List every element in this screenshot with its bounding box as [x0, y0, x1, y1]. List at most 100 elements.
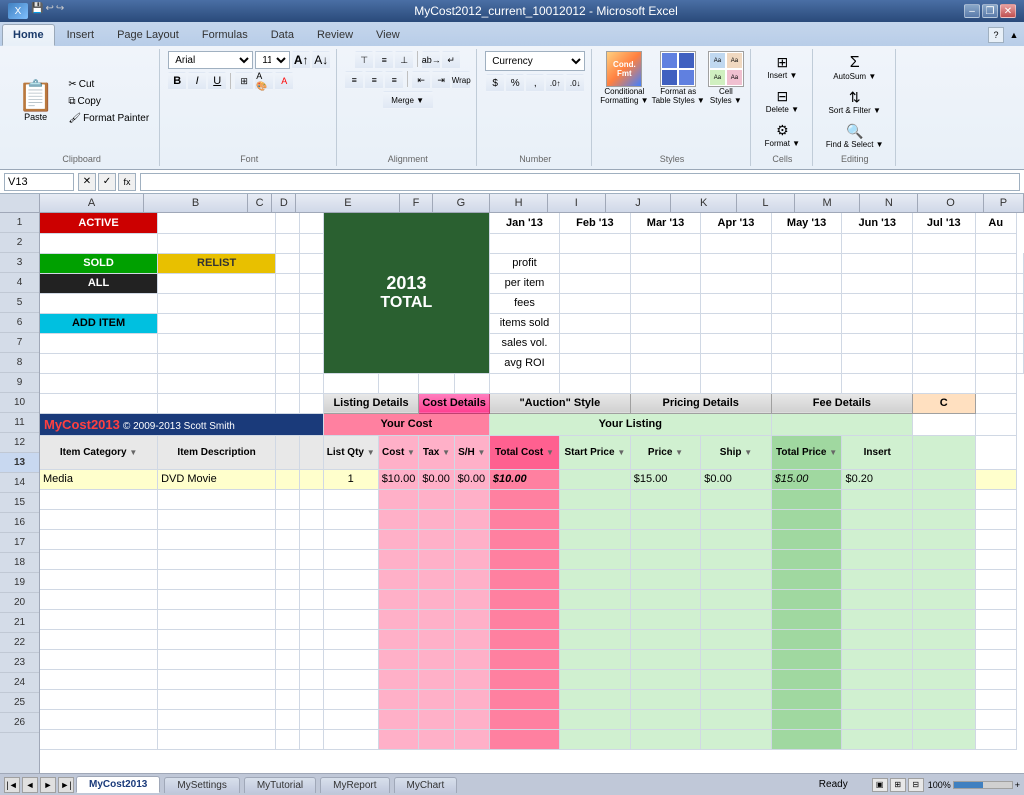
row-8[interactable]: 8 [0, 353, 39, 373]
start-price-cell-13[interactable] [560, 469, 631, 489]
cell-m17[interactable] [771, 549, 842, 569]
cell-p22[interactable] [975, 649, 1016, 669]
cell-p7[interactable] [1017, 333, 1024, 353]
cell-e25[interactable] [323, 709, 378, 729]
undo-icon[interactable]: ↩ [45, 3, 53, 19]
cell-h20[interactable] [454, 609, 489, 629]
cell-g25[interactable] [419, 709, 454, 729]
cell-n15[interactable] [842, 509, 913, 529]
cell-d5[interactable] [299, 293, 323, 313]
cell-k4[interactable] [701, 273, 771, 293]
bold-button[interactable]: B [168, 72, 186, 90]
last-sheet-button[interactable]: ►| [58, 777, 74, 793]
delete-button[interactable]: ⊟ Delete ▼ [761, 85, 804, 117]
cell-c26[interactable] [276, 729, 300, 749]
cell-p20[interactable] [975, 609, 1016, 629]
cell-d10[interactable] [299, 393, 323, 413]
cell-i19[interactable] [489, 589, 559, 609]
sheet-tab-mysettings[interactable]: MySettings [164, 777, 239, 793]
cell-l18[interactable] [701, 569, 771, 589]
cell-p5[interactable] [1017, 293, 1024, 313]
price-header[interactable]: Price ▼ [630, 435, 701, 469]
row-19[interactable]: 19 [0, 573, 39, 593]
row-11[interactable]: 11 [0, 413, 39, 433]
currency-button[interactable]: $ [486, 74, 504, 92]
cell-e18[interactable] [323, 569, 378, 589]
percent-button[interactable]: % [506, 74, 524, 92]
col-header-h[interactable]: H [490, 194, 548, 212]
merge-button[interactable]: Merge ▼ [383, 91, 433, 109]
comma-button[interactable]: , [526, 74, 544, 92]
cell-e22[interactable] [323, 649, 378, 669]
cell-o21[interactable] [913, 629, 976, 649]
conditional-formatting-button[interactable]: Cond. Fmt ConditionalFormatting ▼ [600, 51, 648, 105]
cell-g20[interactable] [419, 609, 454, 629]
cell-l2[interactable] [701, 233, 771, 253]
cell-d3[interactable] [299, 253, 323, 273]
cell-i23[interactable] [489, 669, 559, 689]
cell-j5[interactable] [630, 293, 701, 313]
next-sheet-button[interactable]: ► [40, 777, 56, 793]
cell-d26[interactable] [299, 729, 323, 749]
underline-button[interactable]: U [208, 72, 226, 90]
sold-cell[interactable]: SOLD [40, 253, 158, 273]
confirm-formula-button[interactable]: ✓ [98, 173, 116, 191]
auction-style-button[interactable]: "Auction" Style [489, 393, 630, 413]
cell-o7[interactable] [975, 333, 1016, 353]
cell-n19[interactable] [842, 589, 913, 609]
cell-m25[interactable] [771, 709, 842, 729]
increase-font-button[interactable]: A↑ [292, 51, 310, 69]
row-10[interactable]: 10 [0, 393, 39, 413]
cell-j9[interactable] [560, 373, 631, 393]
cell-g14[interactable] [419, 489, 454, 509]
cell-d9[interactable] [299, 373, 323, 393]
align-left-button[interactable]: ≡ [345, 71, 363, 89]
cell-p17[interactable] [975, 549, 1016, 569]
cell-j14[interactable] [560, 489, 631, 509]
restore-button[interactable]: ❐ [982, 4, 998, 18]
cell-e20[interactable] [323, 609, 378, 629]
cell-b25[interactable] [158, 709, 276, 729]
col-header-l[interactable]: L [737, 194, 795, 212]
cell-p9[interactable] [975, 373, 1016, 393]
cell-f16[interactable] [378, 529, 419, 549]
cell-f21[interactable] [378, 629, 419, 649]
cost-header[interactable]: Cost ▼ [378, 435, 419, 469]
cell-i8[interactable] [560, 353, 631, 373]
cell-f20[interactable] [378, 609, 419, 629]
cell-b4[interactable] [158, 273, 276, 293]
cell-j4[interactable] [630, 273, 701, 293]
start-price-header[interactable]: Start Price ▼ [560, 435, 631, 469]
cell-a15[interactable] [40, 509, 158, 529]
cell-d16[interactable] [299, 529, 323, 549]
col-header-o[interactable]: O [918, 194, 984, 212]
cell-k21[interactable] [630, 629, 701, 649]
cell-c20[interactable] [276, 609, 300, 629]
cell-i7[interactable] [560, 333, 631, 353]
cell-p19[interactable] [975, 589, 1016, 609]
cell-a10[interactable] [40, 393, 158, 413]
cell-i26[interactable] [489, 729, 559, 749]
cell-n6[interactable] [913, 313, 976, 333]
cell-m21[interactable] [771, 629, 842, 649]
cell-e15[interactable] [323, 509, 378, 529]
italic-button[interactable]: I [188, 72, 206, 90]
cell-f19[interactable] [378, 589, 419, 609]
cell-l6[interactable] [771, 313, 842, 333]
cell-k15[interactable] [630, 509, 701, 529]
row-26[interactable]: 26 [0, 713, 39, 733]
cell-i6[interactable] [560, 313, 631, 333]
format-painter-button[interactable]: 🖌Format Painter [64, 111, 153, 126]
help-icon[interactable]: ? [988, 27, 1004, 43]
cell-d1[interactable] [299, 213, 323, 233]
cell-n16[interactable] [842, 529, 913, 549]
total-price-header[interactable]: Total Price ▼ [771, 435, 842, 469]
cell-f22[interactable] [378, 649, 419, 669]
cell-b18[interactable] [158, 569, 276, 589]
cell-l3[interactable] [771, 253, 842, 273]
item-description-header[interactable]: Item Description [158, 435, 276, 469]
indent-button[interactable]: ↵ [442, 51, 460, 69]
copy-button[interactable]: ⧉Copy [64, 94, 153, 109]
cell-h26[interactable] [454, 729, 489, 749]
cell-d21[interactable] [299, 629, 323, 649]
